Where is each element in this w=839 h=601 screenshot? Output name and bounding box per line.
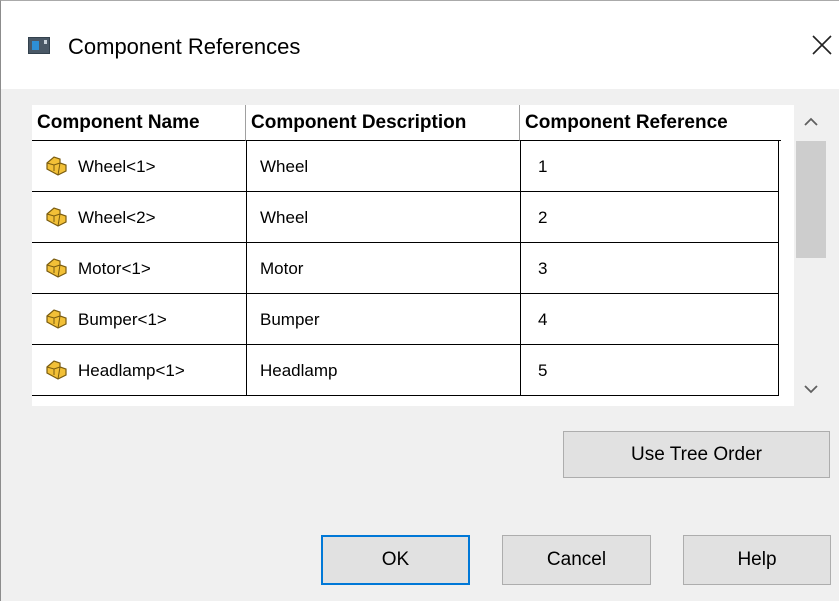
cancel-button[interactable]: Cancel xyxy=(502,535,651,585)
table-row[interactable]: Wheel<2> Wheel 2 xyxy=(32,192,779,243)
component-name-cell[interactable]: Bumper<1> xyxy=(32,294,247,345)
component-description-cell[interactable]: Wheel xyxy=(247,192,521,243)
component-description-cell[interactable]: Headlamp xyxy=(247,345,521,396)
use-tree-order-button[interactable]: Use Tree Order xyxy=(563,431,830,478)
help-button[interactable]: Help xyxy=(683,535,831,585)
scrollbar-thumb[interactable] xyxy=(796,141,826,258)
column-header-description[interactable]: Component Description xyxy=(246,105,520,141)
chevron-down-icon[interactable] xyxy=(794,372,828,406)
part-component-icon xyxy=(46,207,67,227)
component-reference-cell[interactable]: 3 xyxy=(521,243,779,294)
table-row[interactable]: Motor<1> Motor 3 xyxy=(32,243,779,294)
component-name: Wheel<1> xyxy=(78,157,156,176)
vertical-scrollbar[interactable] xyxy=(794,105,828,406)
table-row[interactable]: Headlamp<1> Headlamp 5 xyxy=(32,345,779,396)
table-row[interactable]: Bumper<1> Bumper 4 xyxy=(32,294,779,345)
component-description-cell[interactable]: Motor xyxy=(247,243,521,294)
title-bar: Component References xyxy=(1,1,839,89)
component-name: Wheel<2> xyxy=(78,208,156,227)
component-reference-cell[interactable]: 2 xyxy=(521,192,779,243)
component-reference-cell[interactable]: 1 xyxy=(521,141,779,192)
part-component-icon xyxy=(46,309,67,329)
component-reference-cell[interactable]: 4 xyxy=(521,294,779,345)
component-name-cell[interactable]: Motor<1> xyxy=(32,243,247,294)
close-icon[interactable] xyxy=(807,30,837,60)
component-name: Headlamp<1> xyxy=(78,361,185,380)
component-name-cell[interactable]: Wheel<2> xyxy=(32,192,247,243)
component-name-cell[interactable]: Headlamp<1> xyxy=(32,345,247,396)
dialog-title: Component References xyxy=(68,34,301,59)
app-window-icon xyxy=(28,37,50,54)
part-component-icon xyxy=(46,258,67,278)
component-references-dialog: Component References Component Name Comp… xyxy=(0,0,839,601)
part-component-icon xyxy=(46,156,67,176)
component-table: Component Name Component Description Com… xyxy=(32,105,821,406)
ok-button[interactable]: OK xyxy=(321,535,470,585)
component-name: Motor<1> xyxy=(78,259,151,278)
part-component-icon xyxy=(46,360,67,380)
component-reference-cell[interactable]: 5 xyxy=(521,345,779,396)
component-name: Bumper<1> xyxy=(78,310,167,329)
chevron-up-icon[interactable] xyxy=(794,105,828,139)
component-name-cell[interactable]: Wheel<1> xyxy=(32,141,247,192)
component-description-cell[interactable]: Bumper xyxy=(247,294,521,345)
table-row[interactable]: Wheel<1> Wheel 1 xyxy=(32,141,779,192)
component-description-cell[interactable]: Wheel xyxy=(247,141,521,192)
column-header-reference[interactable]: Component Reference xyxy=(520,105,781,141)
column-header-name[interactable]: Component Name xyxy=(32,105,246,141)
